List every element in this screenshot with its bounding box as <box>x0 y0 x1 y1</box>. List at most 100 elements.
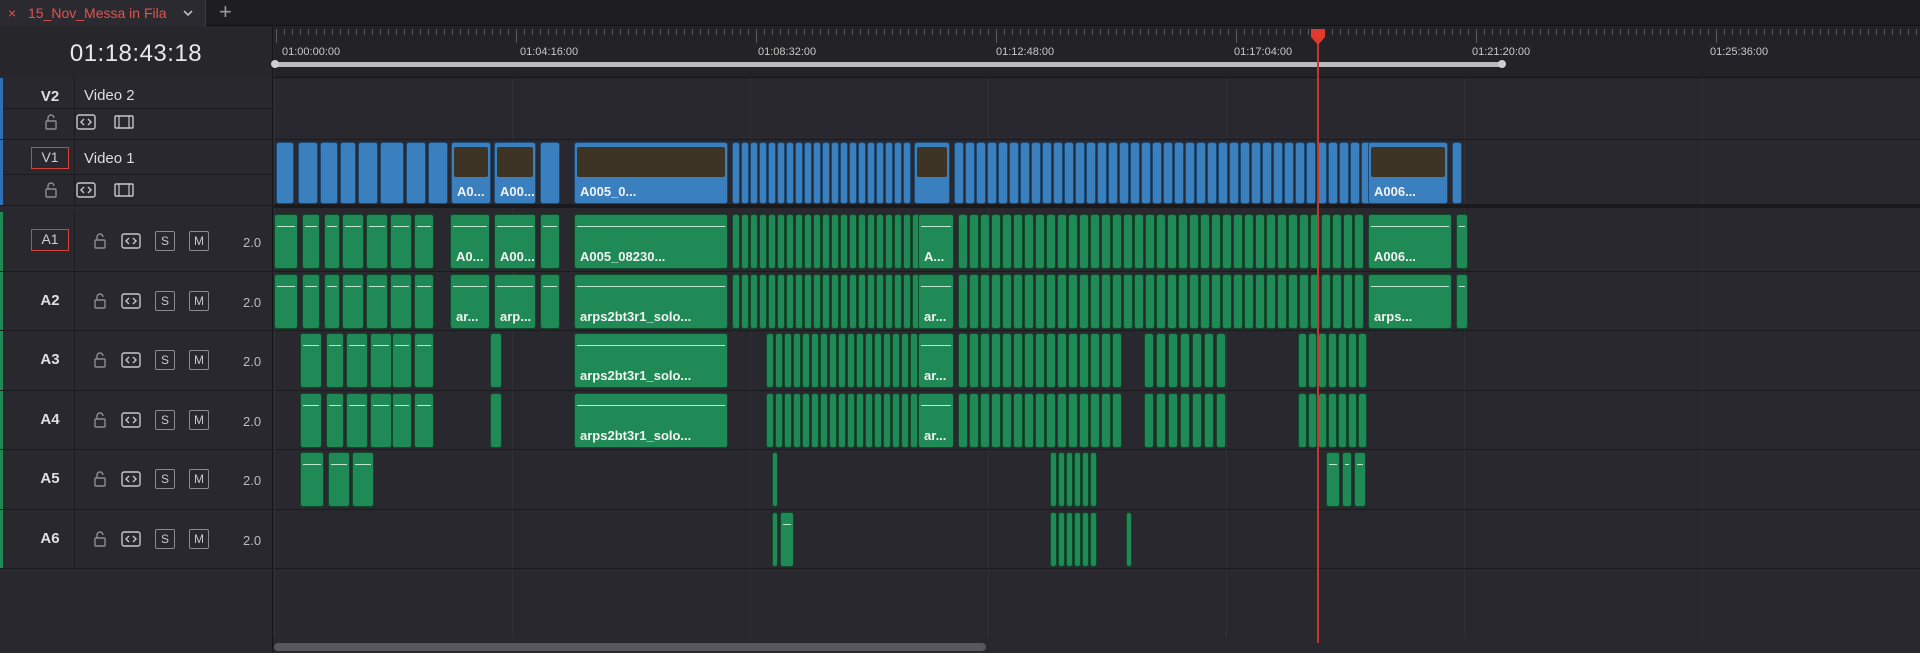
audio-clip[interactable] <box>802 333 810 388</box>
audio-clip[interactable] <box>1456 273 1468 329</box>
video-clip[interactable] <box>1218 142 1228 204</box>
audio-clip[interactable] <box>804 214 812 269</box>
timeline-ruler[interactable]: 01:00:00:00 01:04:16:00 01:08:32:00 01:1… <box>274 26 1920 78</box>
audio-clip[interactable] <box>772 452 778 507</box>
audio-clip[interactable] <box>540 214 560 269</box>
audio-clip[interactable] <box>813 273 821 329</box>
audio-clip[interactable] <box>795 214 803 269</box>
video-clip[interactable] <box>540 142 560 204</box>
chevron-down-icon[interactable] <box>180 5 196 21</box>
audio-clip[interactable]: ar... <box>918 392 954 448</box>
audio-clip[interactable] <box>969 392 979 448</box>
video-clip[interactable] <box>867 142 875 204</box>
audio-clip[interactable] <box>346 392 368 448</box>
audio-clip[interactable] <box>768 273 776 329</box>
audio-clip[interactable]: arps2bt3r1_solo... <box>574 392 728 448</box>
audio-clip[interactable] <box>342 214 364 269</box>
audio-clip[interactable] <box>1222 273 1232 329</box>
audio-clip[interactable] <box>829 333 837 388</box>
video-audio-divider[interactable] <box>274 204 1920 208</box>
audio-clip[interactable] <box>1068 273 1078 329</box>
audio-clip[interactable] <box>1057 273 1067 329</box>
timeline-canvas[interactable]: A0... A00... A005_0... A006... A0... A00... A0… <box>274 78 1920 653</box>
mute-button[interactable]: M <box>189 350 209 370</box>
audio-clip[interactable] <box>822 273 830 329</box>
audio-clip[interactable] <box>1074 452 1081 507</box>
track-header-a1[interactable]: A1 S M 2.0 <box>0 212 273 272</box>
audio-clip[interactable] <box>856 333 864 388</box>
audio-clip[interactable] <box>849 273 857 329</box>
audio-clip[interactable] <box>831 273 839 329</box>
audio-clip[interactable] <box>1035 214 1045 269</box>
audio-clip[interactable] <box>1074 511 1081 567</box>
audio-clip[interactable] <box>1057 214 1067 269</box>
audio-clip[interactable] <box>840 214 848 269</box>
video-clip[interactable] <box>750 142 758 204</box>
audio-clip[interactable] <box>1156 392 1166 448</box>
audio-clip[interactable]: arps... <box>1368 273 1452 329</box>
audio-clip[interactable] <box>883 333 891 388</box>
video-clip[interactable] <box>1262 142 1272 204</box>
audio-clip[interactable] <box>838 392 846 448</box>
audio-clip[interactable] <box>300 452 324 507</box>
range-start-handle[interactable] <box>271 60 279 68</box>
video-clip[interactable] <box>1152 142 1162 204</box>
audio-clip[interactable] <box>1255 273 1265 329</box>
audio-clip[interactable] <box>326 392 344 448</box>
track-header-a3[interactable]: A3 S M 2.0 <box>0 331 273 391</box>
video-clip[interactable] <box>358 142 378 204</box>
video-clip[interactable] <box>1174 142 1184 204</box>
solo-button[interactable]: S <box>155 350 175 370</box>
audio-clip[interactable] <box>1156 333 1166 388</box>
audio-clip[interactable] <box>1156 273 1166 329</box>
audio-clip[interactable] <box>324 214 340 269</box>
audio-clip[interactable] <box>1255 214 1265 269</box>
video-clip[interactable] <box>954 142 964 204</box>
audio-clip[interactable] <box>1288 214 1298 269</box>
lock-icon[interactable] <box>89 350 111 370</box>
auto-select-icon[interactable] <box>75 180 97 200</box>
audio-clip[interactable] <box>1013 214 1023 269</box>
audio-clip[interactable] <box>1318 392 1327 448</box>
video-clip[interactable] <box>1273 142 1283 204</box>
audio-clip[interactable] <box>274 273 298 329</box>
audio-clip[interactable] <box>370 392 392 448</box>
solo-button[interactable]: S <box>155 231 175 251</box>
audio-clip[interactable] <box>1342 452 1352 507</box>
audio-clip[interactable] <box>1144 333 1154 388</box>
audio-clip[interactable] <box>1068 333 1078 388</box>
audio-clip[interactable]: A005_08230... <box>574 214 728 269</box>
audio-clip[interactable] <box>811 333 819 388</box>
audio-clip[interactable] <box>1298 392 1307 448</box>
audio-clip[interactable] <box>991 333 1001 388</box>
audio-clip[interactable] <box>795 273 803 329</box>
audio-clip[interactable] <box>392 392 412 448</box>
video-clip[interactable] <box>1240 142 1250 204</box>
audio-clip[interactable] <box>786 214 794 269</box>
audio-clip[interactable] <box>969 333 979 388</box>
audio-clip[interactable] <box>1328 392 1337 448</box>
video-clip[interactable] <box>1163 142 1173 204</box>
audio-clip[interactable] <box>1068 392 1078 448</box>
lock-icon[interactable] <box>89 291 111 311</box>
audio-clip[interactable] <box>1277 214 1287 269</box>
audio-clip[interactable] <box>1204 333 1214 388</box>
track-header-a4[interactable]: A4 S M 2.0 <box>0 390 273 450</box>
audio-clip[interactable] <box>793 392 801 448</box>
audio-clip[interactable] <box>1156 214 1166 269</box>
audio-clip[interactable] <box>1050 452 1057 507</box>
audio-clip[interactable] <box>1058 452 1065 507</box>
audio-clip[interactable] <box>867 214 875 269</box>
video-clip[interactable] <box>822 142 830 204</box>
audio-clip[interactable] <box>324 273 340 329</box>
audio-clip[interactable] <box>274 214 298 269</box>
solo-button[interactable]: S <box>155 469 175 489</box>
audio-clip[interactable] <box>874 392 882 448</box>
audio-clip[interactable] <box>1082 452 1089 507</box>
audio-clip[interactable] <box>1024 333 1034 388</box>
audio-clip[interactable] <box>1189 214 1199 269</box>
audio-clip[interactable] <box>772 511 778 567</box>
audio-clip[interactable]: arp... <box>494 273 536 329</box>
audio-clip[interactable] <box>980 333 990 388</box>
film-strip-icon[interactable] <box>113 180 135 200</box>
